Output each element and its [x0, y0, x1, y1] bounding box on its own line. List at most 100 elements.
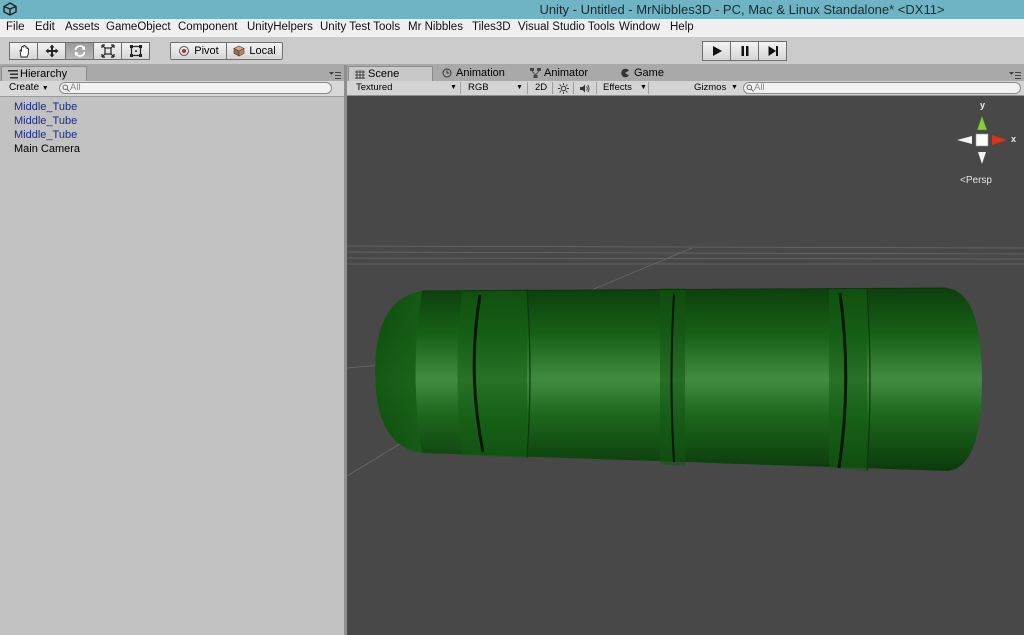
orientation-gizmo[interactable]: [957, 115, 1007, 164]
middle-tube-mesh[interactable]: [375, 287, 982, 472]
clock-icon: [442, 68, 452, 78]
render-mode-label: Textured: [356, 82, 393, 93]
scale-tool-button[interactable]: [93, 42, 122, 60]
rotate-tool-icon: [74, 45, 85, 57]
menu-tiles3d[interactable]: Tiles3D: [472, 21, 511, 33]
hierarchy-list: Middle_Tube Middle_Tube Middle_Tube Main…: [0, 97, 344, 635]
step-icon: [768, 46, 778, 56]
render-mode-arrow-icon: ▼: [450, 84, 457, 91]
pivot-toggle-button[interactable]: Pivot: [170, 42, 227, 60]
toggle-2d-label: 2D: [535, 82, 548, 93]
projection-label: Persp: [965, 175, 992, 186]
effects-dropdown[interactable]: Effects: [603, 82, 632, 94]
local-toggle-button[interactable]: Local: [226, 42, 283, 60]
color-mode-dropdown[interactable]: RGB: [468, 82, 489, 94]
move-tool-icon: [45, 44, 58, 58]
toolbar-separator: [460, 82, 461, 94]
effects-arrow-icon: ▼: [640, 84, 647, 91]
create-label: Create: [9, 82, 40, 93]
local-label: Local: [249, 45, 276, 57]
pivot-label: Pivot: [194, 45, 219, 57]
pause-icon: [741, 46, 748, 56]
toolbar-separator: [573, 82, 574, 94]
title-bar: Unity - Untitled - MrNibbles3D - PC, Mac…: [0, 0, 1024, 19]
rotate-tool-button[interactable]: [65, 42, 94, 60]
move-tool-button[interactable]: [37, 42, 66, 60]
menu-mr-nibbles[interactable]: Mr Nibbles: [408, 21, 463, 33]
lighting-toggle-icon[interactable]: [558, 83, 569, 94]
hierarchy-tab-label: Hierarchy: [20, 68, 68, 80]
scene-render: [347, 115, 1024, 477]
menu-unity-test-tools[interactable]: Unity Test Tools: [320, 21, 400, 33]
color-mode-arrow-icon: ▼: [516, 84, 523, 91]
panel-menu-icon[interactable]: [329, 72, 341, 80]
hierarchy-item-main-camera[interactable]: Main Camera: [14, 143, 80, 155]
rect-tool-button[interactable]: [121, 42, 150, 60]
toolbar-separator: [527, 82, 528, 94]
render-mode-dropdown[interactable]: Textured: [356, 82, 392, 94]
tab-animation[interactable]: Animation: [442, 66, 526, 81]
hierarchy-toolbar: Create ▼ All: [0, 81, 344, 97]
hand-tool-button[interactable]: [9, 42, 38, 60]
gizmo-y-label: y: [980, 100, 986, 110]
create-dropdown[interactable]: Create ▼: [9, 82, 49, 93]
gizmos-arrow-icon: ▼: [731, 84, 738, 91]
toolbar-separator: [648, 82, 649, 94]
menu-bar: File Edit Assets GameObject Component Un…: [0, 19, 1024, 37]
gizmos-label: Gizmos: [694, 82, 727, 93]
animator-icon: [530, 68, 541, 78]
color-mode-label: RGB: [468, 82, 489, 93]
menu-window[interactable]: Window: [619, 21, 660, 33]
scene-toolbar: Textured ▼ RGB ▼ 2D Effects ▼ Gizmos ▼ A…: [347, 81, 1024, 96]
tab-scene[interactable]: Scene: [348, 66, 433, 81]
hierarchy-item-middle-tube-1[interactable]: Middle_Tube: [14, 101, 77, 113]
tab-animator[interactable]: Animator: [530, 66, 614, 81]
scene-search-placeholder: All: [754, 82, 765, 93]
menu-help[interactable]: Help: [670, 21, 694, 33]
animator-tab-label: Animator: [544, 67, 589, 79]
scene-search-input[interactable]: All: [743, 82, 1021, 94]
search-icon: [746, 84, 754, 92]
scene-grid-icon: [355, 70, 365, 79]
toolbar-separator: [596, 82, 597, 94]
pivot-icon: [179, 46, 190, 56]
hierarchy-item-middle-tube-2[interactable]: Middle_Tube: [14, 115, 77, 127]
local-cube-icon: [233, 45, 246, 57]
menu-file[interactable]: File: [6, 21, 25, 33]
pause-button[interactable]: [730, 41, 759, 61]
step-button[interactable]: [758, 41, 787, 61]
pacman-icon: [621, 68, 629, 78]
effects-label: Effects: [603, 82, 632, 93]
hierarchy-item-middle-tube-3[interactable]: Middle_Tube: [14, 129, 77, 141]
scene-panel-menu-icon[interactable]: [1009, 72, 1021, 80]
hierarchy-search-input[interactable]: All: [59, 82, 332, 94]
gizmo-x-label: x: [1011, 134, 1017, 144]
play-button[interactable]: [702, 41, 731, 61]
menu-component[interactable]: Component: [178, 21, 237, 33]
gizmos-dropdown[interactable]: Gizmos: [694, 82, 726, 94]
tab-hierarchy[interactable]: Hierarchy: [1, 66, 87, 82]
menu-visual-studio-tools[interactable]: Visual Studio Tools: [518, 21, 615, 33]
dropdown-arrow-icon: ▼: [41, 85, 49, 92]
play-icon: [712, 46, 722, 56]
rect-tool-icon: [129, 45, 142, 57]
menu-edit[interactable]: Edit: [35, 21, 55, 33]
menu-gameobject[interactable]: GameObject: [106, 21, 171, 33]
animation-tab-label: Animation: [456, 67, 505, 79]
list-icon: [8, 70, 18, 79]
toggle-2d-button[interactable]: 2D: [535, 82, 547, 94]
search-icon: [62, 84, 70, 92]
menu-unityhelpers[interactable]: UnityHelpers: [247, 21, 313, 33]
tab-game[interactable]: Game: [620, 66, 680, 81]
projection-toggle[interactable]: <Persp: [960, 175, 992, 186]
toolbar-separator: [552, 82, 553, 94]
scene-tab-label: Scene: [368, 68, 400, 80]
scene-viewport[interactable]: y x <Persp: [347, 96, 1024, 635]
window-title: Unity - Untitled - MrNibbles3D - PC, Mac…: [539, 2, 945, 17]
menu-assets[interactable]: Assets: [65, 21, 100, 33]
hand-tool-icon: [19, 44, 29, 58]
main-toolbar: Pivot Local: [0, 37, 1024, 65]
game-tab-label: Game: [634, 67, 664, 79]
audio-toggle-icon[interactable]: [579, 83, 590, 94]
hierarchy-search-placeholder: All: [70, 82, 81, 93]
